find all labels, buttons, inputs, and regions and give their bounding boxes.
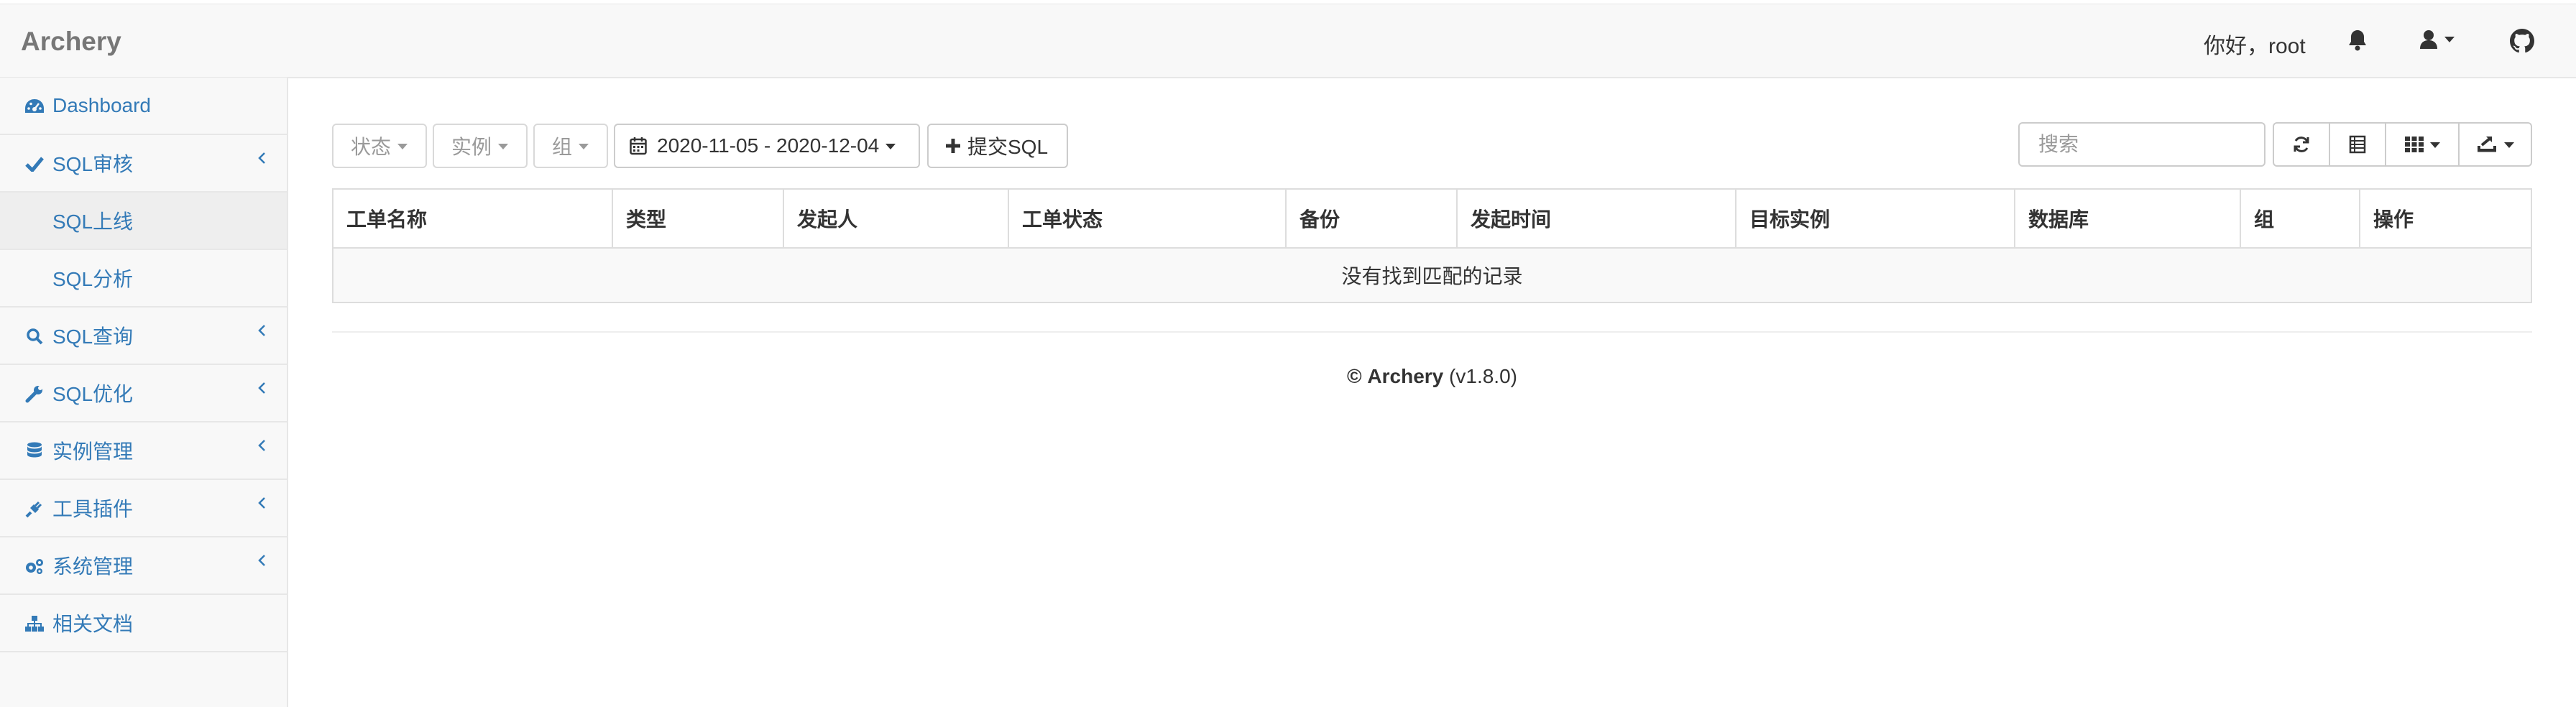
- column-header-initiator[interactable]: 发起人: [784, 190, 1009, 247]
- chevron-left-icon: [257, 496, 267, 510]
- sitemap-icon: [24, 614, 45, 634]
- github-icon[interactable]: [2510, 29, 2534, 53]
- check-icon: [24, 154, 45, 174]
- plus-icon: [944, 137, 962, 154]
- search-input[interactable]: [2018, 122, 2266, 167]
- sidebar-item-label: SQL分析: [52, 268, 134, 290]
- toggle-view-button[interactable]: [2330, 124, 2386, 165]
- sidebar-item-label: SQL优化: [52, 383, 134, 405]
- instance-filter-label: 实例: [451, 136, 492, 158]
- caret-down-icon: [2504, 142, 2514, 148]
- column-header-database[interactable]: 数据库: [2015, 190, 2241, 247]
- plug-icon: [24, 499, 45, 519]
- instance-filter-dropdown[interactable]: 实例: [433, 124, 528, 168]
- workflow-table: 工单名称 类型 发起人 工单状态 备份 发起时间 目标实例 数据库 组 操作 没…: [332, 188, 2532, 303]
- user-icon: [2420, 29, 2437, 50]
- footer-divider: [332, 331, 2532, 333]
- sidebar-item-sql-review[interactable]: SQL审核: [0, 135, 287, 193]
- sidebar-item-label: 系统管理: [52, 555, 134, 578]
- column-header-target-instance[interactable]: 目标实例: [1736, 190, 2015, 247]
- refresh-button[interactable]: [2274, 124, 2330, 165]
- group-filter-dropdown[interactable]: 组: [533, 124, 608, 168]
- column-header-order-name[interactable]: 工单名称: [334, 190, 613, 247]
- sidebar-item-label: SQL查询: [52, 325, 134, 348]
- chevron-left-icon: [257, 323, 267, 338]
- export-dropdown-button[interactable]: [2460, 124, 2531, 165]
- refresh-icon: [2292, 135, 2311, 154]
- user-menu-button[interactable]: [2420, 29, 2455, 50]
- sidebar-item-label: Dashboard: [52, 94, 151, 116]
- status-filter-dropdown[interactable]: 状态: [332, 124, 427, 168]
- sidebar-item-system-management[interactable]: 系统管理: [0, 537, 287, 595]
- footer-version: (v1.8.0): [1449, 365, 1517, 387]
- submit-sql-button[interactable]: 提交SQL: [927, 124, 1068, 168]
- column-header-status[interactable]: 工单状态: [1009, 190, 1287, 247]
- column-header-type[interactable]: 类型: [613, 190, 784, 247]
- sidebar-item-label: SQL上线: [52, 211, 134, 233]
- top-navbar: Archery 你好，root: [0, 4, 2576, 78]
- chevron-left-icon: [257, 381, 267, 395]
- column-header-actions[interactable]: 操作: [2360, 190, 2531, 247]
- export-icon: [2476, 135, 2498, 154]
- caret-down-icon: [397, 144, 408, 149]
- sidebar-item-label: SQL审核: [52, 153, 134, 175]
- sidebar-item-tool-plugins[interactable]: 工具插件: [0, 480, 287, 537]
- search-icon: [24, 326, 45, 346]
- caret-down-icon: [579, 144, 589, 149]
- footer-product-name: Archery: [1367, 365, 1444, 387]
- sidebar-item-dashboard[interactable]: Dashboard: [0, 78, 287, 135]
- sidebar-item-sql-online[interactable]: SQL上线: [0, 193, 287, 250]
- caret-down-icon: [886, 144, 896, 149]
- column-header-created-time[interactable]: 发起时间: [1458, 190, 1736, 247]
- bell-icon[interactable]: [2347, 29, 2368, 52]
- page-footer: © Archery (v1.8.0): [332, 365, 2532, 388]
- sidebar: Dashboard SQL审核 SQL上线 SQL分析 SQL查询 SQL优化: [0, 78, 288, 707]
- sidebar-item-sql-analysis[interactable]: SQL分析: [0, 250, 287, 308]
- column-header-group[interactable]: 组: [2241, 190, 2360, 247]
- columns-icon: [2404, 136, 2424, 153]
- sidebar-item-sql-optimize[interactable]: SQL优化: [0, 365, 287, 422]
- chevron-left-icon: [257, 438, 267, 453]
- chevron-down-icon: [2444, 33, 2455, 46]
- date-range-value: 2020-11-05 - 2020-12-04: [657, 134, 880, 157]
- toggle-view-icon: [2349, 135, 2366, 154]
- copyright-symbol: ©: [1347, 365, 1362, 387]
- user-greeting: 你好，root: [2204, 34, 2306, 58]
- wrench-icon: [24, 384, 45, 404]
- chevron-left-icon: [257, 151, 267, 165]
- group-filter-label: 组: [552, 136, 573, 158]
- gears-icon: [24, 556, 45, 576]
- caret-down-icon: [498, 144, 509, 149]
- table-empty-message: 没有找到匹配的记录: [334, 249, 2531, 302]
- sidebar-item-docs[interactable]: 相关文档: [0, 595, 287, 652]
- caret-down-icon: [2429, 142, 2440, 148]
- table-header-row: 工单名称 类型 发起人 工单状态 备份 发起时间 目标实例 数据库 组 操作: [334, 190, 2531, 249]
- columns-dropdown-button[interactable]: [2386, 124, 2460, 165]
- calendar-icon: [630, 137, 647, 155]
- submit-sql-label: 提交SQL: [967, 136, 1049, 158]
- sidebar-item-label: 工具插件: [52, 498, 134, 520]
- sidebar-item-label: 相关文档: [52, 613, 134, 635]
- database-icon: [24, 441, 45, 461]
- column-header-backup[interactable]: 备份: [1287, 190, 1458, 247]
- dashboard-icon: [24, 96, 45, 116]
- sidebar-item-sql-query[interactable]: SQL查询: [0, 308, 287, 365]
- brand-logo[interactable]: Archery: [21, 27, 121, 57]
- sidebar-item-label: 实例管理: [52, 440, 134, 463]
- chevron-left-icon: [257, 553, 267, 568]
- sidebar-item-instance-management[interactable]: 实例管理: [0, 422, 287, 480]
- status-filter-label: 状态: [351, 136, 392, 158]
- date-range-picker[interactable]: 2020-11-05 - 2020-12-04: [614, 124, 920, 168]
- table-toolbar-group: [2273, 122, 2532, 167]
